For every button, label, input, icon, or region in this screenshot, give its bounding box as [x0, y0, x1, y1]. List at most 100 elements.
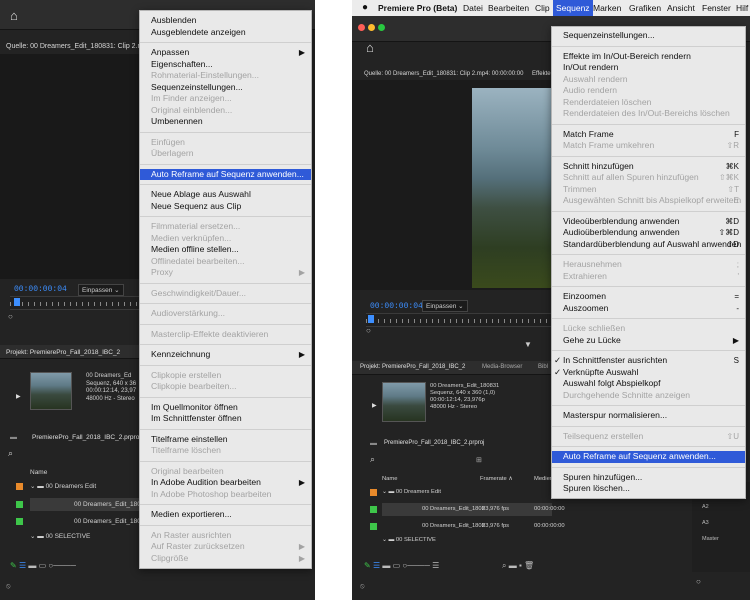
menu-item[interactable]: Masterspur normalisieren... — [552, 410, 745, 422]
source-monitor-label[interactable]: Quelle: 00 Dreamers_Edit_180831: Clip 2.… — [6, 43, 143, 50]
playhead[interactable] — [368, 315, 374, 323]
list-item[interactable]: ⌄ ▬ 00 SELECTIVE — [30, 530, 140, 543]
menu-item[interactable]: In Adobe Audition bearbeiten ▶ — [140, 477, 311, 489]
menu-datei[interactable]: Datei — [463, 0, 483, 16]
menu-item[interactable]: Umbenennen — [140, 116, 311, 128]
library-tab[interactable]: Bibl — [538, 364, 548, 370]
menu-item[interactable]: Anpassen ▶ — [140, 47, 311, 59]
minimize-window-icon[interactable] — [368, 24, 375, 31]
freeform-view-icon[interactable]: ▭ — [393, 561, 401, 570]
zoom-slider[interactable]: ○──── ☰ — [402, 561, 439, 570]
menu-item[interactable]: ✓ In Schnittfenster ausrichten S — [552, 355, 745, 367]
menu-item[interactable]: Match Frame F — [552, 129, 745, 141]
menu-item[interactable]: Im Quellmonitor öffnen — [140, 402, 311, 414]
menu-clip[interactable]: Clip — [535, 0, 550, 16]
menu-item[interactable]: Gehe zu Lücke ▶ — [552, 335, 745, 347]
menu-hilfe[interactable]: Hilf — [736, 0, 748, 16]
list-item[interactable]: 00 Dreamers_Edit_1808 23,976 fps 00:00:0… — [382, 520, 565, 533]
in-point-icon[interactable]: ○ — [8, 312, 13, 321]
project-title[interactable]: Projekt: PremierePro_Fall_2018_IBC_2 — [6, 349, 120, 356]
new-bin-icon[interactable]: ▬ — [509, 561, 517, 570]
effects-tab[interactable]: Effekte — [532, 71, 551, 77]
menu-item[interactable]: Kennzeichnung ▶ — [140, 349, 311, 361]
menu-item[interactable]: Medien offline stellen... — [140, 244, 311, 256]
home-icon[interactable]: ⌂ — [10, 8, 18, 23]
menu-item[interactable]: ✓ Verknüpfte Auswahl — [552, 367, 745, 379]
col-name[interactable]: Name — [30, 466, 47, 479]
menu-item[interactable]: Im Schnittfenster öffnen — [140, 413, 311, 425]
timecode-display[interactable]: 00:00:00:04 — [370, 302, 423, 311]
menu-app[interactable]: Premiere Pro (Beta) — [378, 0, 457, 16]
menu-item[interactable]: Titelframe einstellen — [140, 434, 311, 446]
zoom-window-icon[interactable] — [378, 24, 385, 31]
menu-item[interactable]: Auswahl folgt Abspielkopf — [552, 378, 745, 390]
playhead[interactable] — [14, 298, 20, 306]
menu-item[interactable]: Ausgeblendete anzeigen — [140, 27, 311, 39]
menu-item[interactable]: In/Out rendern — [552, 62, 745, 74]
menu-item[interactable]: Ausblenden — [140, 15, 311, 27]
list-item[interactable]: ⌄ ▬ 00 Dreamers Edit — [30, 480, 140, 493]
track-a3[interactable]: A3 — [702, 520, 709, 526]
list-item[interactable]: ⌄ ▬ 00 SELECTIVE — [382, 534, 552, 547]
menu-item[interactable]: Sequenzeinstellungen... — [552, 30, 745, 42]
list-item[interactable]: 00 Dreamers_Edit_1808 23,976 fps 00:00:0… — [382, 503, 565, 516]
pencil-icon[interactable]: ✎ — [10, 561, 17, 570]
home-icon[interactable]: ⌂ — [366, 40, 374, 55]
search-icon[interactable]: ⌕ — [8, 448, 13, 459]
menu-item[interactable]: Effekte im In/Out-Bereich rendern — [552, 51, 745, 63]
search-icon[interactable]: ⌕ — [370, 454, 375, 465]
time-ruler[interactable] — [366, 313, 554, 327]
timeline-scroll[interactable]: ○ — [696, 577, 701, 586]
trash-icon[interactable]: 🗑 — [524, 561, 534, 570]
bin-filter-icon[interactable]: ⊞ — [476, 456, 482, 464]
menu-item[interactable]: Sequenzeinstellungen... — [140, 82, 311, 94]
menu-bearbeiten[interactable]: Bearbeiten — [488, 0, 529, 16]
project-title[interactable]: Projekt: PremierePro_Fall_2018_IBC_2 — [360, 364, 465, 370]
icon-view-icon[interactable]: ▬ — [382, 561, 390, 570]
list-item[interactable]: ⌄ ▬ 00 Dreamers Edit — [382, 486, 552, 499]
time-ruler[interactable] — [10, 296, 140, 310]
menu-item[interactable]: Auszoomen - — [552, 303, 745, 315]
menu-item[interactable]: Auto Reframe auf Sequenz anwenden... — [552, 451, 745, 463]
sequence-thumbnail[interactable] — [30, 372, 72, 410]
list-view-icon[interactable]: ☰ — [373, 561, 380, 570]
find-icon[interactable]: ⌕ — [502, 561, 506, 570]
menu-item[interactable]: Spuren hinzufügen... — [552, 472, 745, 484]
marker-icon[interactable]: ▼ — [524, 340, 532, 349]
new-item-icon[interactable]: ▪ — [519, 561, 522, 570]
col-name[interactable]: Name — [382, 473, 397, 486]
icon-view-icon[interactable]: ▬ — [28, 561, 36, 570]
menu-item[interactable]: Auto Reframe auf Sequenz anwenden... — [140, 168, 311, 180]
close-window-icon[interactable] — [358, 24, 365, 31]
menu-item[interactable]: Medien exportieren... — [140, 509, 311, 521]
menu-item[interactable]: Videoüberblendung anwenden ⌘D — [552, 216, 745, 228]
menu-item[interactable]: Schnitt hinzufügen ⌘K — [552, 161, 745, 173]
menu-item[interactable]: Neue Ablage aus Auswahl — [140, 189, 311, 201]
menu-item[interactable]: Standardüberblendung auf Auswahl anwende… — [552, 239, 745, 251]
menu-item[interactable]: Spuren löschen... — [552, 483, 745, 495]
col-framerate[interactable]: Framerate ∧ — [480, 473, 513, 486]
zoom-slider[interactable]: ○──── — [48, 561, 76, 570]
play-icon[interactable]: ▶ — [16, 393, 21, 400]
menu-marken[interactable]: Marken — [593, 0, 621, 16]
menu-item[interactable]: Einzoomen = — [552, 291, 745, 303]
track-master[interactable]: Master — [702, 536, 719, 542]
pencil-icon[interactable]: ✎ — [364, 561, 371, 570]
source-monitor-label[interactable]: Quelle: 00 Dreamers_Edit_180831: Clip 2.… — [364, 71, 523, 77]
menu-item[interactable]: Audioüberblendung anwenden ⇧⌘D — [552, 227, 745, 239]
timecode-display[interactable]: 00:00:00:04 — [14, 285, 67, 294]
in-point-icon[interactable]: ○ — [366, 326, 371, 335]
list-item[interactable]: 00 Dreamers_Edit_180 — [30, 515, 141, 528]
list-item[interactable]: 00 Dreamers_Edit_180 — [30, 498, 141, 511]
menu-sequenz[interactable]: Sequenz — [553, 0, 593, 16]
play-icon[interactable]: ▶ — [372, 402, 377, 409]
list-view-icon[interactable]: ☰ — [19, 561, 26, 570]
track-a2[interactable]: A2 — [702, 504, 709, 510]
menu-fenster[interactable]: Fenster — [702, 0, 731, 16]
sequence-thumbnail[interactable] — [382, 382, 426, 422]
freeform-view-icon[interactable]: ▭ — [39, 561, 47, 570]
menu-grafiken[interactable]: Grafiken — [629, 0, 661, 16]
apple-icon[interactable]: ● — [362, 0, 368, 16]
fit-dropdown[interactable]: Einpassen ⌄ — [422, 300, 468, 312]
media-browser-tab[interactable]: Media-Browser — [482, 364, 522, 370]
